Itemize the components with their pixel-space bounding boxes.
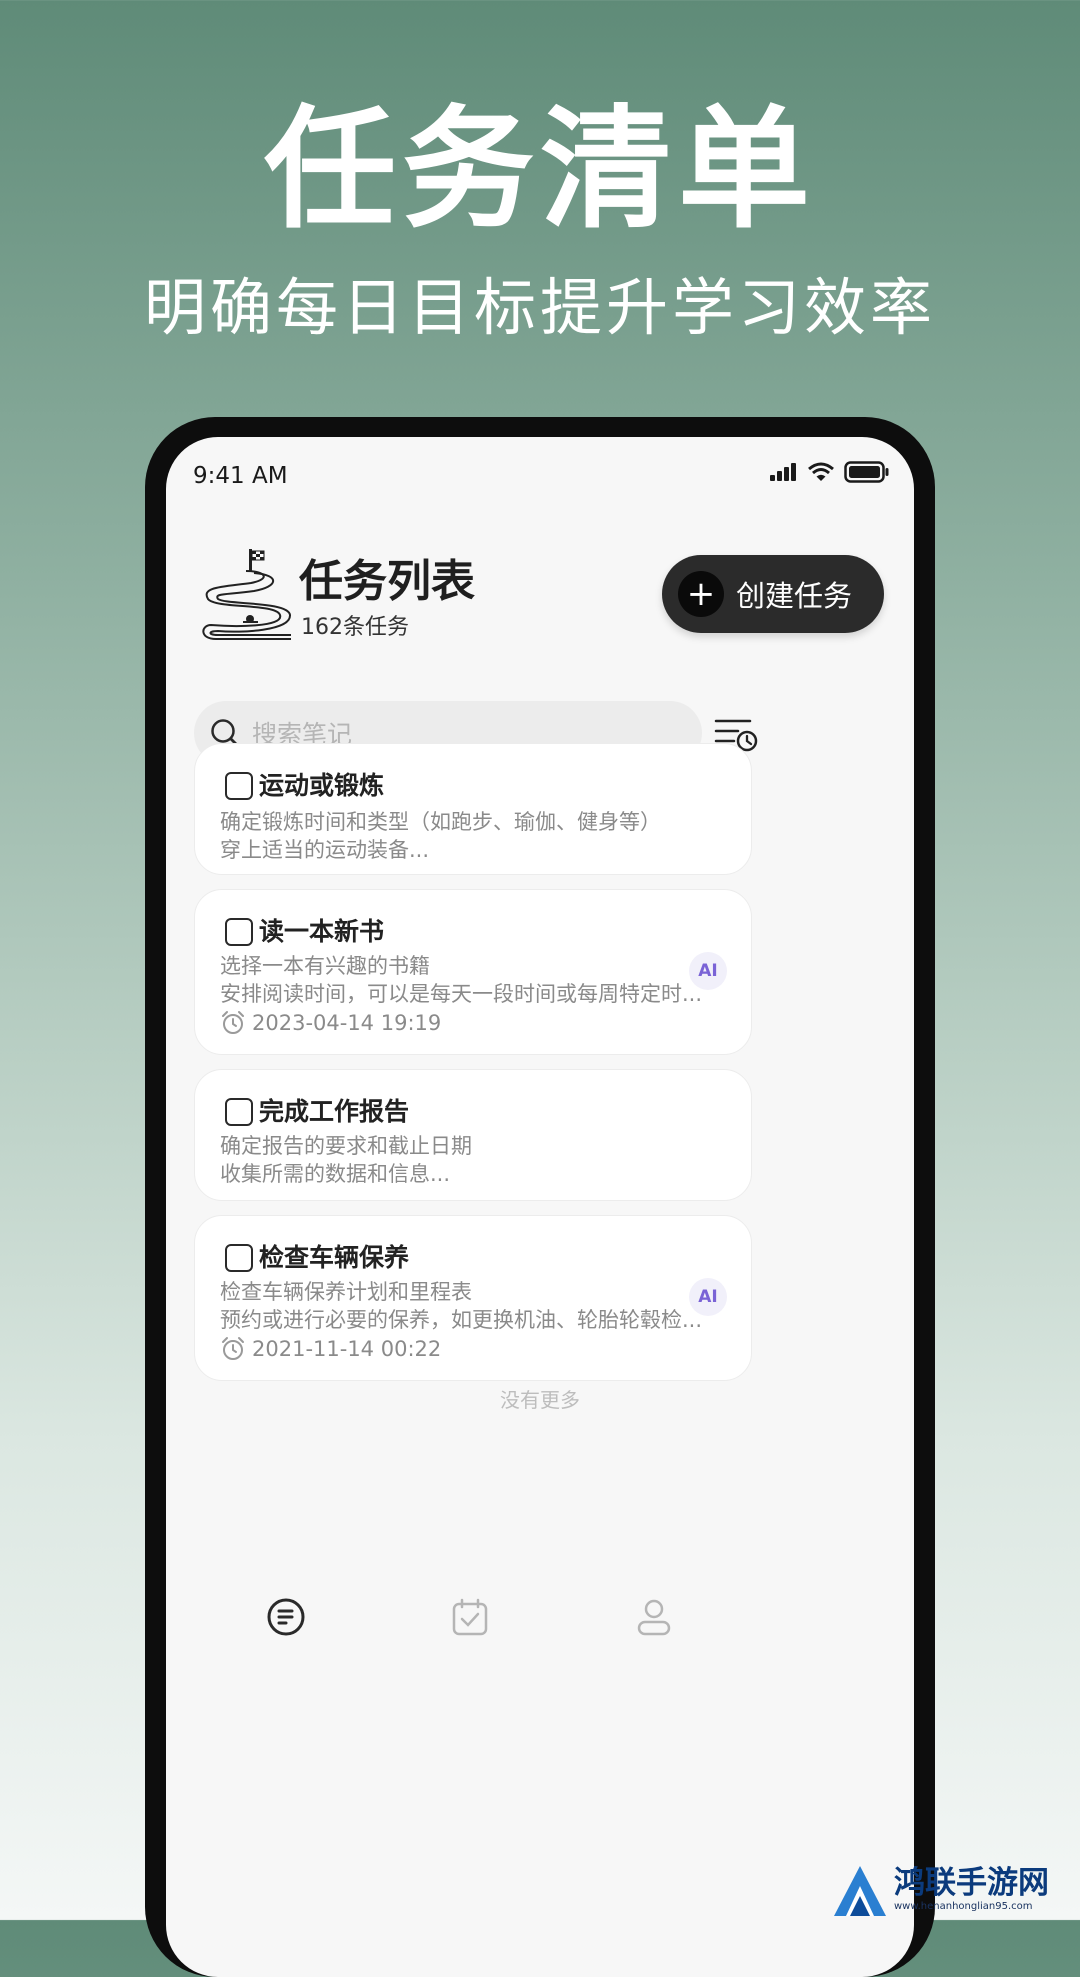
task-title: 检查车辆保养 [259, 1243, 410, 1272]
ai-badge[interactable]: AI [689, 952, 727, 990]
task-reminder: 2021-11-14 00:22 [220, 1336, 441, 1362]
task-checkbox[interactable] [225, 772, 253, 800]
task-reminder: 2023-04-14 19:19 [220, 1010, 441, 1036]
task-title: 运动或锻炼 [259, 771, 385, 800]
task-card[interactable]: 运动或锻炼 确定锻炼时间和类型（如跑步、瑜伽、健身等） 穿上适当的运动装备... [194, 743, 752, 875]
app-screen: 9:41 AM 任务列表 162条任务 + 创建任务 搜索笔记 运动或锻炼 确定… [166, 437, 914, 1977]
task-card[interactable]: 检查车辆保养 检查车辆保养计划和里程表 预约或进行必要的保养，如更换机油、轮胎轮… [194, 1215, 752, 1381]
task-title: 读一本新书 [259, 917, 385, 946]
task-description-line: 选择一本有兴趣的书籍 [220, 954, 430, 978]
task-description-line: 预约或进行必要的保养，如更换机油、轮胎轮毂检... [220, 1308, 703, 1332]
list-end-label: 没有更多 [500, 1388, 580, 1412]
nav-profile-icon[interactable] [634, 1597, 674, 1637]
signal-icon [770, 463, 796, 481]
task-checkbox[interactable] [225, 918, 253, 946]
watermark: 鸿联手游网 www.henanhonglian95.com [832, 1857, 1080, 1920]
task-reminder-time: 2023-04-14 19:19 [252, 1011, 442, 1035]
ai-badge[interactable]: AI [689, 1278, 727, 1316]
task-description-line: 确定报告的要求和截止日期 [220, 1134, 472, 1158]
alarm-clock-icon [222, 1337, 244, 1360]
alarm-clock-icon [222, 1011, 244, 1034]
task-card[interactable]: 完成工作报告 确定报告的要求和截止日期 收集所需的数据和信息... [194, 1069, 752, 1201]
task-description-line: 安排阅读时间，可以是每天一段时间或每周特定时... [220, 982, 703, 1006]
task-description-line: 收集所需的数据和信息... [220, 1162, 451, 1186]
nav-notes-icon[interactable] [266, 1597, 306, 1637]
wifi-icon [808, 462, 834, 481]
task-description-line: 确定锻炼时间和类型（如跑步、瑜伽、健身等） [220, 810, 661, 834]
bottom-nav [166, 1597, 914, 1677]
watermark-logo-icon [834, 1865, 886, 1916]
promo-subtitle: 明确每日目标提升学习效率 [143, 271, 936, 344]
watermark-name: 鸿联手游网 [894, 1864, 1049, 1901]
battery-icon [844, 461, 889, 483]
nav-tasks-icon[interactable] [450, 1597, 490, 1637]
task-checkbox[interactable] [225, 1098, 253, 1126]
plus-icon: + [678, 571, 724, 617]
create-task-label: 创建任务 [736, 579, 853, 613]
status-time: 9:41 AM [193, 463, 288, 489]
task-title: 完成工作报告 [259, 1097, 410, 1126]
task-count: 162条任务 [301, 615, 409, 640]
winding-road-illustration [202, 549, 292, 640]
page-title: 任务列表 [299, 556, 475, 607]
task-checkbox[interactable] [225, 1244, 253, 1272]
task-description-line: 检查车辆保养计划和里程表 [220, 1280, 472, 1304]
phone-frame: 9:41 AM 任务列表 162条任务 + 创建任务 搜索笔记 运动或锻炼 确定… [145, 417, 935, 1977]
create-task-button[interactable]: + 创建任务 [662, 555, 884, 633]
task-card[interactable]: 读一本新书 选择一本有兴趣的书籍 安排阅读时间，可以是每天一段时间或每周特定时.… [194, 889, 752, 1055]
status-icons [770, 461, 890, 483]
watermark-url: www.henanhonglian95.com [894, 1900, 1033, 1912]
promo-title: 任务清单 [264, 93, 816, 247]
task-description-line: 穿上适当的运动装备... [220, 838, 430, 862]
task-reminder-time: 2021-11-14 00:22 [252, 1337, 442, 1361]
